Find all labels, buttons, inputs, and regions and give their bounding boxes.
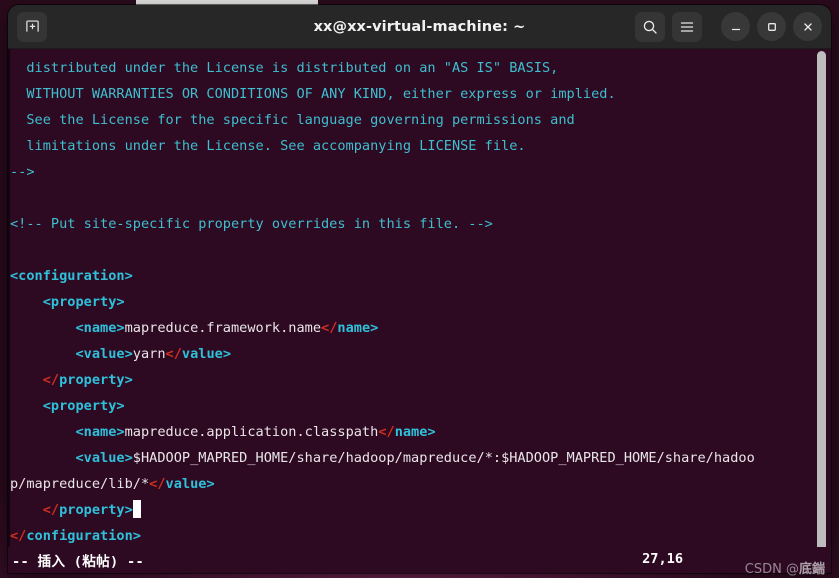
- editor-line: </property>: [10, 497, 815, 523]
- close-icon: [801, 20, 815, 34]
- editor-line: p/mapreduce/lib/*</value>: [10, 471, 815, 497]
- code-segment: property>: [59, 372, 133, 388]
- editor-line: </configuration>: [10, 523, 815, 547]
- code-segment: value>: [181, 346, 232, 362]
- code-segment: </: [149, 476, 166, 492]
- minimize-icon: [729, 20, 743, 34]
- terminal-window: xx@xx-virtual-machine: ~ distributed und…: [8, 5, 831, 573]
- editor-line: </property>: [10, 367, 815, 393]
- scrollbar-thumb[interactable]: [817, 51, 826, 547]
- editor-line: <name>mapreduce.application.classpath</n…: [10, 419, 815, 445]
- hamburger-menu-icon: [679, 19, 695, 35]
- editor-line: distributed under the License is distrib…: [10, 55, 815, 81]
- code-segment: </: [165, 346, 182, 362]
- menu-button[interactable]: [672, 11, 702, 42]
- code-segment: limitations under the License. See accom…: [10, 138, 526, 154]
- search-icon: [642, 19, 658, 35]
- cursor-position-indicator: 27,16: [642, 551, 683, 567]
- vim-mode-indicator: -- 插入 (粘帖) --: [12, 554, 144, 570]
- code-segment: mapreduce.application.classpath: [124, 424, 379, 440]
- code-segment: See the License for the specific languag…: [10, 112, 575, 128]
- new-tab-icon: [25, 19, 40, 34]
- editor-line: -->: [10, 159, 815, 185]
- editor-line: <value>$HADOOP_MAPRED_HOME/share/hadoop/…: [10, 445, 815, 471]
- code-segment: configuration>: [26, 528, 141, 544]
- editor-line: <property>: [10, 393, 815, 419]
- code-segment: </: [42, 372, 60, 388]
- code-segment: <property>: [42, 398, 125, 414]
- vim-status-bar: -- 插入 (粘帖) -- 27,16: [8, 547, 831, 573]
- editor-line: <value>yarn</value>: [10, 341, 815, 367]
- editor-line: WITHOUT WARRANTIES OR CONDITIONS OF ANY …: [10, 81, 815, 107]
- code-segment: distributed under the License is distrib…: [10, 60, 559, 76]
- title-bar: xx@xx-virtual-machine: ~: [8, 5, 831, 49]
- close-button[interactable]: [793, 12, 822, 41]
- scrollbar-track[interactable]: [816, 49, 829, 547]
- code-segment: <configuration>: [10, 268, 133, 284]
- code-segment: p/mapreduce/lib/*: [10, 476, 150, 492]
- editor-line: limitations under the License. See accom…: [10, 133, 815, 159]
- code-segment: $HADOOP_MAPRED_HOME/share/hadoop/mapredu…: [132, 450, 755, 466]
- editor-line: <configuration>: [10, 263, 815, 289]
- editor-line: <name>mapreduce.framework.name</name>: [10, 315, 815, 341]
- search-button[interactable]: [635, 11, 665, 42]
- code-segment: </: [321, 320, 338, 336]
- code-segment: <name>: [75, 320, 125, 336]
- code-segment: <value>: [75, 450, 133, 466]
- code-segment: yarn: [132, 346, 166, 362]
- new-tab-button[interactable]: [17, 11, 47, 42]
- code-segment: name>: [394, 424, 436, 440]
- maximize-icon: [765, 20, 779, 34]
- code-segment: <!-- Put site-specific property override…: [10, 216, 493, 232]
- maximize-button[interactable]: [757, 12, 786, 41]
- code-segment: </: [10, 528, 27, 544]
- terminal-content-area[interactable]: distributed under the License is distrib…: [8, 49, 831, 547]
- code-segment: -->: [10, 164, 35, 180]
- code-segment: <name>: [75, 424, 125, 440]
- code-segment: mapreduce.framework.name: [124, 320, 322, 336]
- code-segment: <property>: [42, 294, 125, 310]
- editor-line: See the License for the specific languag…: [10, 107, 815, 133]
- text-cursor: [132, 500, 141, 518]
- editor-line: <!-- Put site-specific property override…: [10, 211, 815, 237]
- code-segment: value>: [165, 476, 215, 492]
- editor-text[interactable]: distributed under the License is distrib…: [8, 49, 815, 547]
- editor-line: <property>: [10, 289, 815, 315]
- code-segment: name>: [337, 320, 379, 336]
- code-segment: <value>: [75, 346, 133, 362]
- minimize-button[interactable]: [721, 12, 750, 41]
- code-segment: </: [378, 424, 395, 440]
- code-segment: </: [42, 502, 60, 518]
- code-segment: property>: [59, 502, 133, 518]
- code-segment: WITHOUT WARRANTIES OR CONDITIONS OF ANY …: [10, 86, 616, 102]
- title-bar-controls: [635, 11, 822, 42]
